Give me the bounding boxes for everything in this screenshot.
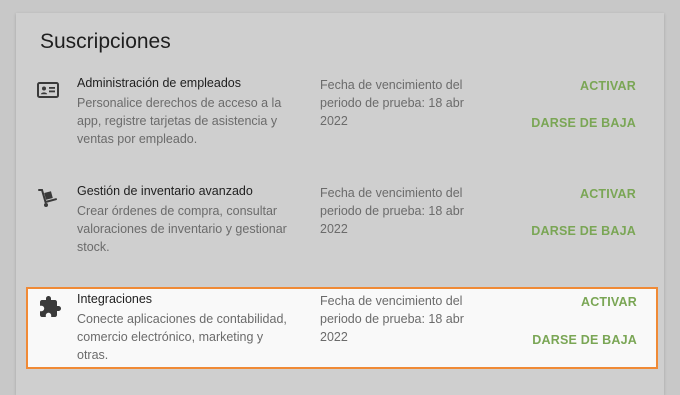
- subscriptions-card: Suscripciones Administración de empleado…: [16, 13, 664, 395]
- id-card-icon: [36, 78, 60, 102]
- unsubscribe-button[interactable]: DARSE DE BAJA: [531, 116, 636, 130]
- subscription-row-inventory: Gestión de inventario avanzado Crear órd…: [16, 184, 664, 274]
- subscription-row-employees: Administración de empleados Personalice …: [16, 76, 664, 166]
- activate-button[interactable]: ACTIVAR: [580, 79, 636, 93]
- unsubscribe-button[interactable]: DARSE DE BAJA: [531, 224, 636, 238]
- subscription-name: Integraciones: [77, 292, 153, 306]
- activate-button[interactable]: ACTIVAR: [580, 187, 636, 201]
- subscription-expiry: Fecha de vencimiento del periodo de prue…: [320, 186, 464, 236]
- hand-truck-icon: [36, 186, 60, 210]
- subscription-description: Crear órdenes de compra, consultar valor…: [77, 204, 287, 254]
- subscription-expiry: Fecha de vencimiento del periodo de prue…: [320, 78, 464, 128]
- subscription-row-integrations: Integraciones Conecte aplicaciones de co…: [26, 287, 658, 369]
- puzzle-icon: [38, 295, 62, 319]
- page-title: Suscripciones: [40, 30, 171, 53]
- unsubscribe-button[interactable]: DARSE DE BAJA: [532, 333, 637, 347]
- subscription-name: Gestión de inventario avanzado: [77, 184, 253, 198]
- subscription-expiry: Fecha de vencimiento del periodo de prue…: [320, 294, 464, 344]
- subscription-description: Conecte aplicaciones de contabilidad, co…: [77, 312, 287, 362]
- subscription-description: Personalice derechos de acceso a la app,…: [77, 96, 282, 146]
- activate-button[interactable]: ACTIVAR: [581, 295, 637, 309]
- subscription-name: Administración de empleados: [77, 76, 241, 90]
